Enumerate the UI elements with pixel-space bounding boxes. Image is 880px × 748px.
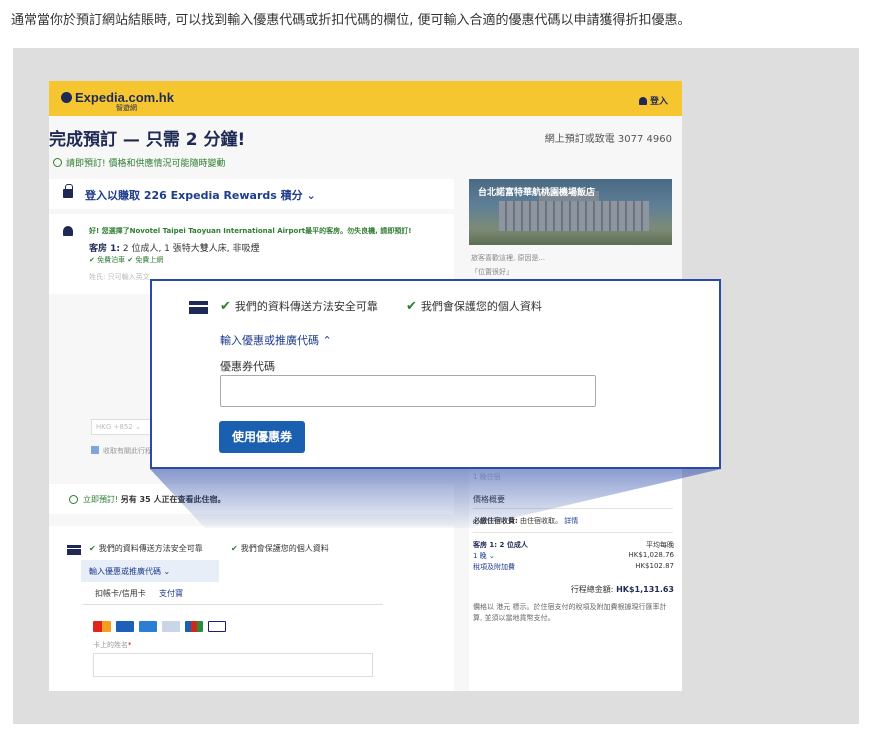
required-mark: * bbox=[128, 641, 132, 649]
total-row: 行程總金額: HK$1,131.63 bbox=[571, 584, 674, 595]
visa-icon bbox=[208, 621, 226, 632]
expedia-logo[interactable]: Expedia.com.hk 智遊網 bbox=[61, 90, 174, 113]
divider bbox=[473, 508, 673, 509]
secure-text: 我們的資料傳送方法安全可靠 bbox=[98, 544, 203, 553]
tab-card[interactable]: 扣帳卡/信用卡 bbox=[95, 588, 146, 599]
good-choice-text: 好! 您選擇了Novotel Taipei Taoyuan Internatio… bbox=[89, 227, 412, 235]
cardholder-label-text: 卡上的姓名 bbox=[93, 641, 128, 649]
name-hint: 姓氏: 只可輸入英文 bbox=[89, 273, 150, 281]
check-icon: ✔ bbox=[406, 299, 417, 314]
privacy-note: ✔ 我們會保護您的個人資料 bbox=[231, 543, 329, 554]
secure-note: ✔ 我們的資料傳送方法安全可靠 bbox=[220, 298, 378, 314]
secure-note: ✔ 我們的資料傳送方法安全可靠 bbox=[89, 543, 203, 554]
check-icon: ✔ bbox=[89, 544, 96, 553]
avg-label: 平均每晚 bbox=[646, 541, 674, 549]
sms-checkbox[interactable] bbox=[91, 446, 99, 454]
privacy-note: ✔ 我們會保護您的個人資料 bbox=[406, 298, 542, 314]
viewing-text: 立即預訂! 另有 35 人正在查看此住宿。 bbox=[83, 494, 225, 505]
promo-code-toggle[interactable]: 輸入優惠或推廣代碼 ⌄ bbox=[81, 560, 219, 582]
coupon-input[interactable] bbox=[220, 375, 596, 407]
tax-price: HK$102.87 bbox=[635, 562, 674, 570]
card-brand-icon bbox=[116, 621, 134, 632]
viewing-notice: 立即預訂! 另有 35 人正在查看此住宿。 bbox=[49, 484, 454, 514]
site-header: Expedia.com.hk 智遊網 登入 bbox=[49, 81, 682, 116]
cardholder-label: 卡上的姓名* bbox=[93, 640, 132, 650]
nights-toggle[interactable]: 1 晚 ⌄ bbox=[473, 551, 495, 561]
page-title: 完成預訂 — 只需 2 分鐘! bbox=[49, 130, 246, 150]
promo-code-toggle[interactable]: 輸入優惠或推廣代碼 ⌃ bbox=[220, 332, 332, 348]
secure-text: 我們的資料傳送方法安全可靠 bbox=[234, 300, 378, 313]
cardholder-input[interactable] bbox=[93, 653, 373, 677]
hotel-review-quote: 「位置很好」 bbox=[471, 268, 513, 276]
coupon-label: 優惠券代碼 bbox=[220, 360, 275, 373]
credit-card-icon bbox=[67, 545, 81, 555]
check-icon: ✔ bbox=[220, 299, 231, 314]
summary-room: 客房 1: 2 位成人 bbox=[473, 541, 528, 549]
intro-text: 通常當你於預訂網站結賬時, 可以找到輸入優惠代碼或折扣代碼的欄位, 便可輸入合適… bbox=[11, 13, 691, 28]
total-value: HK$1,131.63 bbox=[616, 585, 674, 594]
privacy-text: 我們會保護您的個人資料 bbox=[420, 300, 542, 313]
room-info: 客房 1: 2 位成人, 1 張特大雙人床, 非吸煙 bbox=[89, 241, 260, 254]
jcb-icon bbox=[185, 621, 203, 632]
rewards-banner[interactable]: 登入以賺取 226 Expedia Rewards 積分 ⌄ bbox=[49, 179, 454, 209]
mastercard-icon bbox=[93, 621, 111, 632]
warning-text: 請即預訂! 價格和供應情況可能隨時變動 bbox=[66, 159, 226, 169]
hotel-name: 台北諾富特華航桃園機場飯店 bbox=[478, 188, 596, 198]
clock-icon bbox=[53, 158, 62, 167]
tab-divider bbox=[83, 604, 383, 605]
amex-icon bbox=[139, 621, 157, 632]
promo-toggle-label: 輸入優惠或推廣代碼 ⌄ bbox=[89, 567, 171, 576]
hotel-photo: 台北諾富特華航桃園機場飯店 bbox=[469, 179, 672, 245]
check-icon: ✔ bbox=[231, 544, 238, 553]
hotel-review-intro: 旅客喜歡這裡, 原因是... bbox=[471, 254, 546, 262]
tax-link[interactable]: 稅項及附加費 bbox=[473, 562, 515, 572]
nights-price: HK$1,028.76 bbox=[628, 551, 674, 559]
globe-icon bbox=[61, 92, 72, 103]
total-label: 行程總金額: bbox=[570, 585, 614, 594]
card-brands bbox=[93, 617, 231, 632]
nights-short: 1 晚住宿 bbox=[473, 473, 501, 481]
phone-info: 網上預訂或致電 3077 4960 bbox=[544, 134, 672, 145]
login-link[interactable]: 登入 bbox=[638, 94, 668, 107]
fee-value: 由住宿收取。 bbox=[520, 517, 563, 525]
rewards-text: 登入以賺取 226 Expedia Rewards 積分 ⌄ bbox=[85, 189, 316, 202]
summary-title: 價格概要 bbox=[473, 495, 505, 504]
price-warning: 請即預訂! 價格和供應情況可能隨時變動 bbox=[53, 156, 225, 169]
price-summary: 1 晚住宿 價格概要 必繳住宿收費: 由住宿收取。 詳情 客房 1: 2 位成人… bbox=[469, 464, 682, 691]
room-label: 客房 1: bbox=[89, 244, 120, 254]
viewing-count: 另有 35 人正在查看此住宿。 bbox=[120, 495, 226, 504]
hotel-building bbox=[499, 201, 649, 231]
room-desc: 2 位成人, 1 張特大雙人床, 非吸煙 bbox=[122, 244, 260, 254]
card-brand-icon bbox=[162, 621, 180, 632]
credit-card-icon bbox=[189, 301, 208, 314]
payment-panel: ✔ 我們的資料傳送方法安全可靠 ✔ 我們會保護您的個人資料 輸入優惠或推廣代碼 ⌄ … bbox=[49, 526, 454, 691]
country-code-select[interactable]: HKG +852 ⌄ bbox=[91, 419, 151, 435]
lock-icon bbox=[63, 184, 73, 198]
privacy-text: 我們會保護您的個人資料 bbox=[240, 544, 329, 553]
tab-alipay[interactable]: 支付寶 bbox=[159, 588, 183, 599]
fee-details-link[interactable]: 詳情 bbox=[564, 517, 578, 525]
login-label: 登入 bbox=[649, 97, 668, 107]
divider bbox=[473, 532, 673, 533]
person-icon bbox=[638, 97, 647, 105]
apply-coupon-button[interactable]: 使用優惠券 bbox=[219, 421, 305, 453]
promo-zoom-panel: ✔ 我們的資料傳送方法安全可靠 ✔ 我們會保護您的個人資料 輸入優惠或推廣代碼 ⌃ … bbox=[150, 279, 721, 469]
room-perks: ✔ 免費泊車 ✔ 免費上網 bbox=[89, 256, 164, 264]
viewing-prefix: 立即預訂! bbox=[83, 495, 119, 504]
currency-note: 價格以 港元 標示。於住宿支付的稅項及附加費根據現行匯率計算, 並須以當地貨幣支… bbox=[473, 603, 667, 622]
mandatory-fee: 必繳住宿收費: 由住宿收取。 詳情 bbox=[473, 516, 578, 526]
clock-icon bbox=[69, 495, 78, 504]
fee-label: 必繳住宿收費: bbox=[473, 517, 518, 525]
guest-icon bbox=[63, 226, 73, 236]
